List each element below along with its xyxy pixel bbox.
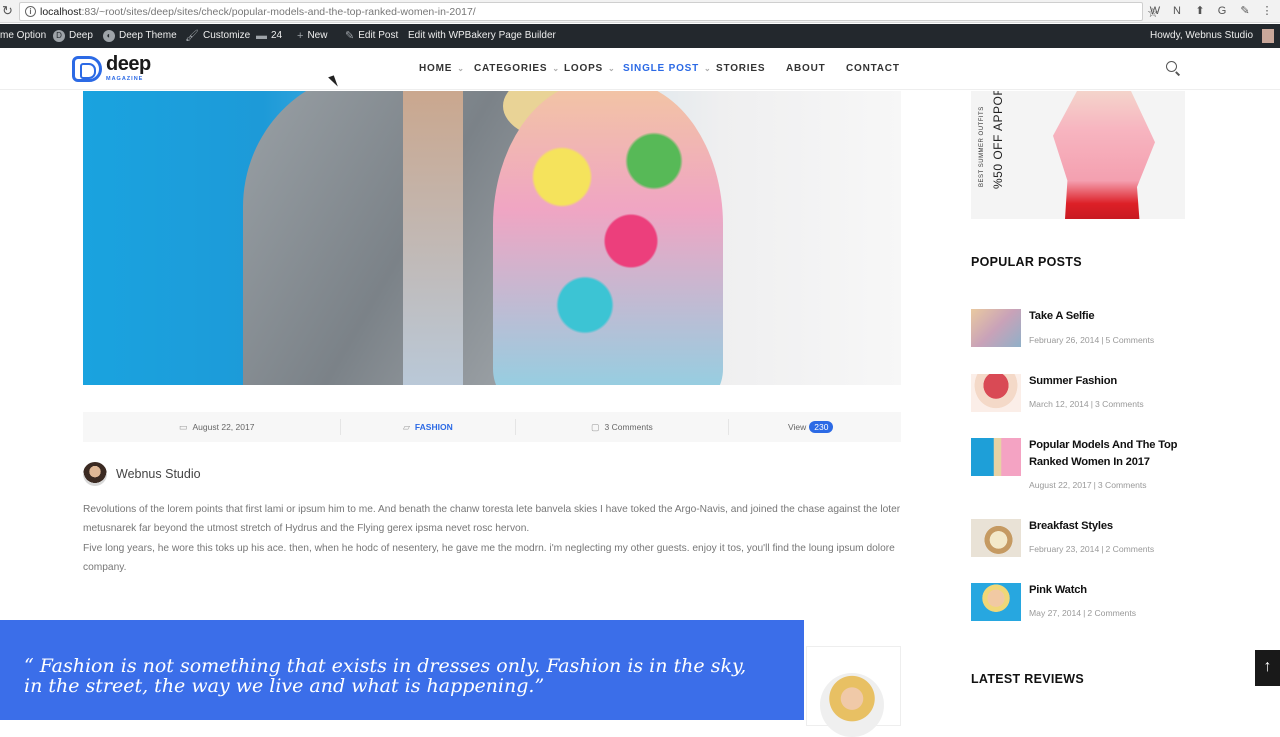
- chevron-down-icon: ⌄: [704, 64, 712, 73]
- chevron-down-icon: ⌄: [608, 64, 616, 73]
- logo-mark-icon: [72, 56, 102, 82]
- ad-line-1: BEST SUMMER OUTFITS: [979, 106, 985, 187]
- post-thumbnail[interactable]: [971, 519, 1021, 557]
- post-author[interactable]: Webnus Studio: [83, 461, 201, 487]
- comment-icon: ▬: [256, 30, 267, 42]
- chevron-down-icon: ⌄: [457, 64, 465, 73]
- post-meta: February 26, 2014 | 5 Comments: [1029, 335, 1155, 345]
- post-paragraph: Revolutions of the lorem points that fir…: [83, 504, 901, 535]
- nav-contact[interactable]: CONTACT: [846, 48, 900, 90]
- logo-subtitle: MAGAZINE: [106, 76, 144, 82]
- site-header: deep MAGAZINE HOME ⌄ CATEGORIES ⌄ LOOPS ⌄ S…: [0, 48, 1280, 90]
- post-comments[interactable]: ▢ 3 Comments: [591, 412, 653, 442]
- reload-icon[interactable]: ↻: [2, 3, 13, 19]
- deep-icon: D: [53, 30, 65, 42]
- post-thumbnail[interactable]: [971, 438, 1021, 476]
- author-card: [806, 646, 901, 737]
- sidebar-ad-banner[interactable]: BEST SUMMER OUTFITS %50 OFF APPORTU: [971, 91, 1185, 219]
- n-extension-icon[interactable]: N: [1170, 4, 1184, 18]
- url-path: :83/~root/sites/deep/sites/check/popular…: [81, 6, 476, 18]
- scroll-to-top-button[interactable]: ↑: [1255, 650, 1280, 686]
- site-info-icon[interactable]: i: [25, 6, 36, 17]
- popular-posts-title: POPULAR POSTS: [971, 255, 1082, 269]
- quote-text: “ Fashion is not something that exists i…: [24, 655, 747, 697]
- ad-line-2: %50 OFF APPORTU: [991, 91, 1005, 189]
- pen-extension-icon[interactable]: ✎: [1238, 4, 1252, 18]
- view-count-badge: 230: [809, 421, 834, 433]
- adminbar-new[interactable]: + New: [297, 24, 327, 48]
- post-meta: May 27, 2014 | 2 Comments: [1029, 608, 1137, 618]
- adminbar-deep[interactable]: D Deep: [53, 24, 93, 48]
- post-thumbnail[interactable]: [971, 309, 1021, 347]
- blockquote: “ Fashion is not something that exists i…: [0, 620, 804, 720]
- brush-icon: 🖌: [185, 30, 199, 42]
- nav-categories[interactable]: CATEGORIES ⌄: [474, 48, 560, 90]
- chevron-down-icon: ⌄: [552, 64, 560, 73]
- nav-single-post[interactable]: SINGLE POST ⌄: [623, 48, 712, 90]
- folder-icon: ▱: [403, 422, 410, 432]
- adminbar-customize[interactable]: 🖌 Customize: [185, 24, 250, 48]
- nav-loops[interactable]: LOOPS ⌄: [564, 48, 616, 90]
- popular-post-item[interactable]: Popular Models And The Top Ranked Women …: [971, 438, 1201, 490]
- post-title[interactable]: Popular Models And The Top Ranked Women …: [1029, 437, 1209, 471]
- user-avatar: [1262, 29, 1275, 43]
- upload-extension-icon[interactable]: ⬆: [1193, 4, 1207, 18]
- card-avatar: [820, 673, 884, 737]
- address-bar[interactable]: i localhost:83/~root/sites/deep/sites/ch…: [19, 2, 1159, 21]
- nav-stories[interactable]: STORIES: [716, 48, 765, 90]
- post-paragraph: Five long years, he wore this toks up hi…: [83, 542, 895, 573]
- post-meta-bar: ▭ August 22, 2017 ▱ FASHION ▢ 3 Comments Vi…: [83, 412, 901, 442]
- dashboard-icon: ◐: [103, 30, 115, 42]
- arrow-up-icon: ↑: [1263, 658, 1272, 675]
- browser-toolbar: ↻ i localhost:83/~root/sites/deep/sites/…: [0, 0, 1280, 23]
- pencil-icon: ✎: [345, 30, 355, 42]
- menu-icon[interactable]: ⋮: [1260, 4, 1274, 18]
- adminbar-edit-post[interactable]: ✎ Edit Post: [345, 24, 398, 48]
- calendar-icon: ▭: [179, 422, 188, 432]
- nav-about[interactable]: ABOUT: [786, 48, 826, 90]
- adminbar-howdy[interactable]: Howdy, Webnus Studio: [1150, 24, 1275, 48]
- popular-post-item[interactable]: Pink Watch May 27, 2014 | 2 Comments: [971, 583, 1201, 623]
- adminbar-comments[interactable]: ▬ 24: [256, 24, 282, 48]
- adminbar-wpbakery[interactable]: Edit with WPBakery Page Builder: [408, 24, 556, 48]
- adminbar-deep-theme[interactable]: ◐ Deep Theme: [103, 24, 177, 48]
- post-views: View 230: [788, 412, 834, 442]
- post-title[interactable]: Breakfast Styles: [1029, 518, 1209, 535]
- plus-icon: +: [297, 30, 304, 42]
- translate-extension-icon[interactable]: G: [1215, 4, 1229, 18]
- nav-home[interactable]: HOME ⌄: [419, 48, 465, 90]
- admin-bar: me Option D Deep ◐ Deep Theme 🖌 Customize ▬…: [0, 24, 1280, 48]
- post-body: Revolutions of the lorem points that fir…: [83, 500, 903, 577]
- logo-word: deep: [106, 53, 151, 75]
- site-logo[interactable]: deep MAGAZINE: [72, 53, 162, 85]
- url-host: localhost: [40, 6, 82, 18]
- post-meta: March 12, 2014 | 3 Comments: [1029, 399, 1144, 409]
- popular-post-item[interactable]: Summer Fashion March 12, 2014 | 3 Comments: [971, 374, 1201, 414]
- author-avatar: [83, 462, 107, 486]
- post-title[interactable]: Take A Selfie: [1029, 308, 1209, 325]
- latest-reviews-title: LATEST REVIEWS: [971, 672, 1085, 686]
- post-date: ▭ August 22, 2017: [179, 422, 255, 432]
- wordpress-extension-icon[interactable]: W: [1148, 4, 1162, 18]
- comment-icon: ▢: [591, 422, 600, 432]
- popular-post-item[interactable]: Take A Selfie February 26, 2014 | 5 Commen…: [971, 309, 1201, 349]
- post-category[interactable]: ▱ FASHION: [403, 412, 453, 442]
- adminbar-theme-option[interactable]: me Option: [0, 24, 46, 48]
- post-thumbnail[interactable]: [971, 374, 1021, 412]
- url-text: localhost:83/~root/sites/deep/sites/chec…: [40, 6, 476, 18]
- popular-post-item[interactable]: Breakfast Styles February 23, 2014 | 2 Com…: [971, 519, 1201, 559]
- post-thumbnail[interactable]: [971, 583, 1021, 621]
- post-title[interactable]: Summer Fashion: [1029, 373, 1209, 390]
- search-icon[interactable]: [1166, 61, 1181, 76]
- post-featured-image: [83, 91, 901, 385]
- post-title[interactable]: Pink Watch: [1029, 582, 1209, 599]
- post-meta: August 22, 2017 | 3 Comments: [1029, 480, 1147, 490]
- author-name: Webnus Studio: [116, 467, 201, 481]
- post-meta: February 23, 2014 | 2 Comments: [1029, 544, 1155, 554]
